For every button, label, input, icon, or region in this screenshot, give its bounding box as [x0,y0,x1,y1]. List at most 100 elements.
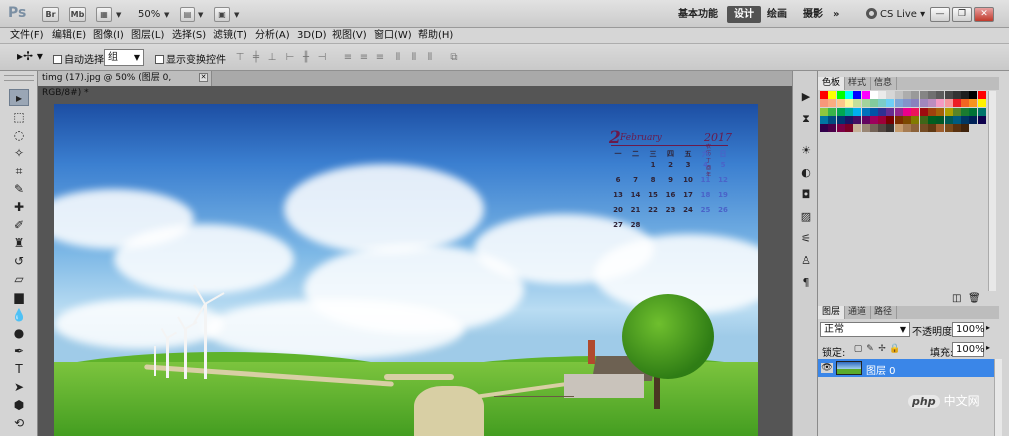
swatch[interactable] [952,91,961,99]
distribute-left-icon[interactable]: ⦀ [392,52,404,63]
type-tool-icon[interactable]: T [9,361,29,378]
tab-info[interactable]: 信息 [870,77,898,90]
path-selection-tool-icon[interactable]: ➤ [9,379,29,396]
swatch[interactable] [911,124,920,133]
swatch[interactable] [944,115,953,124]
menu-file[interactable]: 文件(F) [10,29,44,43]
workspace-painting[interactable]: 绘画 [760,6,794,23]
lock-all-icon[interactable]: 🔒 [889,344,900,354]
close-button[interactable]: ✕ [974,7,994,22]
swatch[interactable] [927,115,936,124]
show-transform-checkbox[interactable] [155,55,164,64]
swatch[interactable] [903,124,911,133]
distribute-bottom-icon[interactable]: ≡ [374,52,386,63]
swatch[interactable] [861,124,870,133]
eyedropper-tool-icon[interactable]: ✎ [9,181,29,198]
distribute-vcenter-icon[interactable]: ≡ [358,52,370,63]
swatch[interactable] [944,124,953,133]
swatch[interactable] [894,99,903,108]
swatch[interactable] [903,107,911,116]
swatch[interactable] [853,124,862,133]
history-brush-tool-icon[interactable]: ↺ [9,253,29,270]
swatch[interactable] [853,115,862,124]
menu-image[interactable]: 图像(I) [93,29,124,43]
workspace-design[interactable]: 设计 [727,6,761,23]
brush-tool-icon[interactable]: ✐ [9,217,29,234]
align-left-icon[interactable]: ⊢ [284,52,296,63]
masks-icon[interactable]: ◐ [798,165,814,180]
crop-tool-icon[interactable]: ⌗ [9,163,29,180]
swatch[interactable] [853,107,862,116]
swatch[interactable] [828,124,837,133]
move-tool-icon[interactable]: ▸ [9,89,29,106]
swatch[interactable] [828,91,837,99]
shape-tool-icon[interactable]: ⬢ [9,397,29,414]
fill-arrow-icon[interactable]: ▸ [986,343,990,352]
swatch[interactable] [836,115,845,124]
swatch[interactable] [836,124,845,133]
align-bottom-icon[interactable]: ⊥ [266,52,278,63]
menu-layer[interactable]: 图层(L) [131,29,164,43]
swatch[interactable] [911,107,920,116]
swatch[interactable] [969,107,978,116]
swatch[interactable] [886,99,895,108]
swatch[interactable] [828,99,837,108]
fill-input[interactable]: 100% [952,342,985,357]
arrange-dropdown-icon[interactable]: ▼ [198,11,203,19]
swatch[interactable] [936,91,945,99]
swatch[interactable] [894,91,903,99]
swatch[interactable] [894,115,903,124]
workspace-photography[interactable]: 摄影 [796,6,830,23]
swatch[interactable] [961,91,970,99]
color-icon[interactable]: ◘ [798,187,814,202]
swatch[interactable] [820,107,828,116]
play-actions-icon[interactable]: ▶ [798,89,814,104]
screen-mode-dropdown-icon[interactable]: ▼ [234,11,239,19]
swatch[interactable] [886,115,895,124]
swatch[interactable] [853,91,862,99]
swatch[interactable] [861,91,870,99]
swatch[interactable] [944,91,953,99]
swatch[interactable] [869,99,878,108]
swatch[interactable] [861,107,870,116]
swatch[interactable] [903,115,911,124]
swatches-scrollbar[interactable] [988,91,996,291]
swatch[interactable] [844,99,853,108]
close-icon[interactable]: ✕ [199,73,208,82]
swatch[interactable] [936,124,945,133]
swatch[interactable] [919,115,928,124]
menu-window[interactable]: 窗口(W) [374,29,412,43]
show-transform-option[interactable]: 显示变换控件 [155,51,226,66]
swatch[interactable] [919,107,928,116]
arrange-documents-icon[interactable]: ▤ [180,7,195,22]
swatch[interactable] [969,91,978,99]
move-tool-preset-icon[interactable]: ▸✢ ▾ [17,49,43,63]
swatch[interactable] [952,124,961,133]
swatch[interactable] [844,91,853,99]
distribute-top-icon[interactable]: ≡ [342,52,354,63]
swatch[interactable] [844,124,853,133]
swatch[interactable] [944,99,953,108]
swatch[interactable] [927,107,936,116]
minimize-button[interactable]: — [930,7,950,22]
align-horizontal-center-icon[interactable]: ╫ [300,52,312,63]
swatch[interactable] [977,107,986,116]
swatch[interactable] [961,107,970,116]
bridge-button[interactable]: Br [42,7,59,22]
mini-bridge-button[interactable]: Mb [69,7,86,22]
swatch[interactable] [961,124,970,133]
swatch[interactable] [861,115,870,124]
align-right-icon[interactable]: ⊣ [316,52,328,63]
swatch[interactable] [828,107,837,116]
swatch[interactable] [961,99,970,108]
swatch[interactable] [828,115,837,124]
image-canvas[interactable]: 2 February 2017 农历丁酉年 一二三四五六日 1 2 3 4 5 6 7 8 9 10… [54,104,758,436]
restore-button[interactable]: ❐ [952,7,972,22]
swatch[interactable] [911,99,920,108]
paragraph-icon[interactable]: ¶ [798,275,814,290]
swatch[interactable] [903,91,911,99]
healing-brush-tool-icon[interactable]: ✚ [9,199,29,216]
swatch[interactable] [869,115,878,124]
swatch[interactable] [969,115,978,124]
swatch[interactable] [878,107,887,116]
